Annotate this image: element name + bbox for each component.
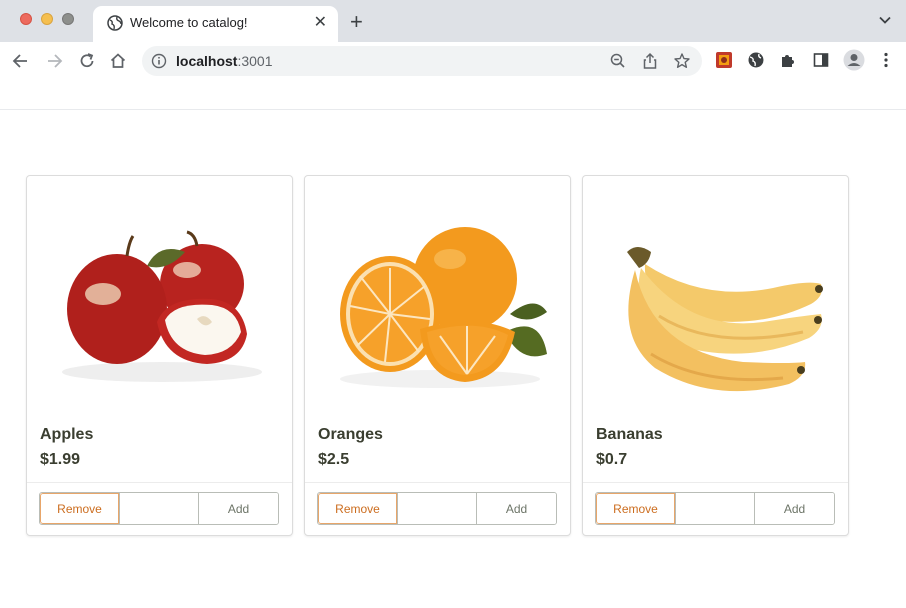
product-price: $1.99 (40, 451, 81, 468)
product-name: Bananas (596, 426, 663, 443)
profile-avatar-icon[interactable] (843, 49, 865, 71)
chevron-down-icon[interactable] (878, 13, 892, 27)
bananas-image (627, 247, 823, 392)
quantity-input[interactable] (675, 493, 756, 524)
puzzle-extensions-icon[interactable] (779, 51, 797, 69)
extension-globe-icon[interactable] (747, 51, 765, 69)
card-divider (27, 482, 292, 483)
add-button[interactable]: Add (755, 493, 834, 524)
quantity-control: Remove Add (39, 492, 279, 525)
quantity-input[interactable] (119, 493, 200, 524)
info-icon[interactable] (151, 53, 167, 69)
url-port: :3001 (237, 53, 273, 69)
side-panel-icon[interactable] (812, 51, 830, 69)
window-zoom-button[interactable] (62, 13, 74, 25)
extension-red-icon[interactable] (715, 51, 733, 69)
browser-tab[interactable]: Welcome to catalog! ✕ (93, 6, 338, 42)
home-icon[interactable] (108, 51, 128, 71)
share-icon[interactable] (641, 52, 659, 70)
remove-button[interactable]: Remove (40, 493, 120, 524)
back-arrow-icon[interactable] (11, 51, 31, 71)
add-button[interactable]: Add (199, 493, 278, 524)
toolbar-divider (0, 109, 906, 110)
product-price: $0.7 (596, 451, 628, 468)
oranges-image (340, 227, 547, 388)
quantity-control: Remove Add (317, 492, 557, 525)
quantity-control: Remove Add (595, 492, 835, 525)
product-name: Oranges (318, 426, 383, 443)
tab-close-icon[interactable]: ✕ (314, 13, 327, 33)
browser-titlebar: Welcome to catalog! ✕ + (0, 0, 906, 42)
window-minimize-button[interactable] (41, 13, 53, 25)
more-menu-icon[interactable] (877, 51, 895, 69)
forward-arrow-icon[interactable] (44, 51, 64, 71)
product-card-bananas: Bananas $0.7 Remove Add (582, 175, 849, 536)
product-card-apples: Apples $1.99 Remove Add (26, 175, 293, 536)
reload-icon[interactable] (77, 51, 97, 71)
remove-button[interactable]: Remove (318, 493, 398, 524)
browser-toolbar: localhost:3001 (0, 42, 906, 80)
tab-title: Welcome to catalog! (130, 15, 248, 30)
card-divider (583, 482, 848, 483)
card-divider (305, 482, 570, 483)
url-host: localhost (176, 53, 238, 69)
globe-icon (107, 15, 123, 31)
star-bookmark-icon[interactable] (673, 52, 691, 70)
window-close-button[interactable] (20, 13, 32, 25)
quantity-input[interactable] (397, 493, 478, 524)
new-tab-button[interactable]: + (350, 10, 363, 34)
url-text: localhost:3001 (176, 53, 273, 69)
add-button[interactable]: Add (477, 493, 556, 524)
product-card-oranges: Oranges $2.5 Remove Add (304, 175, 571, 536)
address-bar[interactable]: localhost:3001 (142, 46, 702, 76)
remove-button[interactable]: Remove (596, 493, 676, 524)
product-price: $2.5 (318, 451, 350, 468)
zoom-out-icon[interactable] (609, 52, 627, 70)
product-name: Apples (40, 426, 94, 443)
apples-image (62, 230, 262, 382)
